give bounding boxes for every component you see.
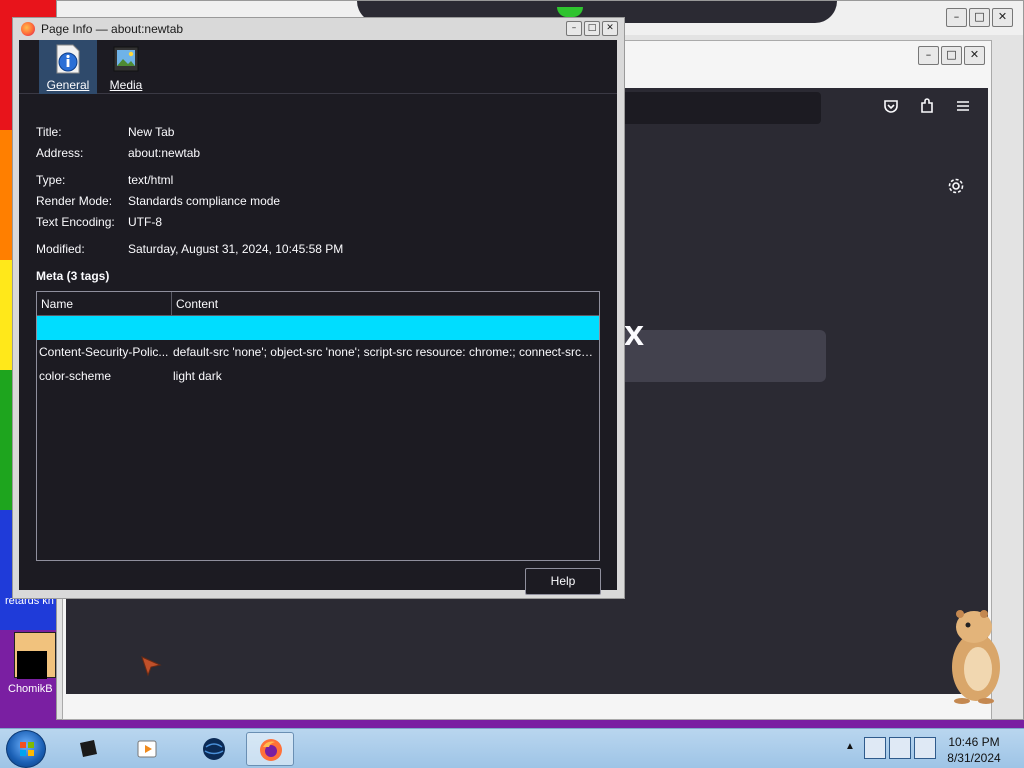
address-value: about:newtab: [128, 146, 201, 160]
meta-table[interactable]: Name Content Content-Security-Polic... d…: [36, 291, 600, 561]
tray-expand-icon[interactable]: ▲: [845, 741, 855, 752]
title-value: New Tab: [128, 125, 175, 139]
firefox-icon: [260, 739, 282, 761]
clock-time[interactable]: 10:46 PM: [944, 735, 1004, 749]
table-row[interactable]: color-scheme light dark: [37, 364, 599, 388]
encoding-label: Text Encoding:: [36, 215, 115, 229]
minimize-button[interactable]: –: [946, 8, 967, 27]
firefox-wordmark-fragment: x: [624, 312, 645, 353]
tab-general[interactable]: General: [39, 40, 97, 94]
title-label: Title:: [36, 125, 62, 139]
table-row[interactable]: [37, 316, 599, 340]
maximize-button[interactable]: □: [584, 21, 600, 36]
taskbar-app-globe[interactable]: [190, 732, 238, 766]
page-info-dialog: Page Info — about:newtab – □ ✕ General M…: [12, 17, 625, 599]
meta-table-header: Name Content: [37, 292, 599, 316]
dialog-window-controls: – □ ✕: [566, 21, 618, 36]
modified-label: Modified:: [36, 242, 85, 256]
tray-display-icon[interactable]: [889, 737, 911, 759]
desktop-icon-image[interactable]: [14, 632, 56, 679]
column-divider[interactable]: [171, 292, 172, 316]
address-label: Address:: [36, 146, 84, 160]
media-image-icon: [113, 46, 139, 72]
table-row[interactable]: Content-Security-Polic... default-src 'n…: [37, 340, 599, 364]
desktop-icon-thumbnail: [17, 651, 47, 679]
meta-content-cell: light dark: [173, 369, 222, 383]
meta-content-cell: default-src 'none'; object-src 'none'; s…: [173, 345, 593, 359]
taskbar: ▲ 10:46 PM 8/31/2024: [0, 728, 1024, 768]
encoding-value: UTF-8: [128, 215, 162, 229]
meta-name-cell: color-scheme: [39, 369, 112, 383]
pane-tab-bar: General Media: [19, 40, 617, 94]
globe-app-icon: [203, 738, 225, 760]
inner-window-controls: – □ ✕: [918, 46, 985, 65]
taskbar-app-monitor[interactable]: [64, 732, 112, 766]
tab-media[interactable]: Media: [97, 40, 155, 94]
taskbar-app-firefox[interactable]: [246, 732, 294, 766]
type-value: text/html: [128, 173, 174, 187]
tab-media-label: Media: [109, 78, 143, 92]
cursor-icon: [141, 656, 162, 677]
clock-date[interactable]: 8/31/2024: [944, 751, 1004, 765]
dialog-title: Page Info — about:newtab: [41, 22, 184, 36]
column-header-name[interactable]: Name: [41, 297, 73, 311]
meta-heading: Meta (3 tags): [36, 269, 110, 283]
extensions-icon[interactable]: [916, 97, 938, 119]
tray-network-icon[interactable]: [864, 737, 886, 759]
desktop-icon-label[interactable]: ChomikB: [8, 683, 53, 695]
menu-icon[interactable]: [952, 97, 974, 119]
help-button[interactable]: Help: [525, 568, 601, 595]
maximize-button[interactable]: □: [941, 46, 962, 65]
taskbar-app-media-player[interactable]: [124, 732, 172, 766]
tray-volume-icon[interactable]: [914, 737, 936, 759]
maximize-button[interactable]: □: [969, 8, 990, 27]
pocket-icon[interactable]: [880, 97, 902, 119]
info-document-icon: [56, 44, 80, 74]
close-button[interactable]: ✕: [602, 21, 618, 36]
firefox-icon: [21, 22, 35, 36]
tab-general-label: General: [46, 78, 90, 92]
modified-value: Saturday, August 31, 2024, 10:45:58 PM: [128, 242, 344, 256]
dialog-titlebar[interactable]: Page Info — about:newtab: [13, 18, 624, 40]
start-button[interactable]: [6, 730, 46, 768]
minimize-button[interactable]: –: [566, 21, 582, 36]
minimize-button[interactable]: –: [918, 46, 939, 65]
media-player-icon: [137, 740, 157, 758]
monitor-app-icon: [80, 740, 97, 757]
close-button[interactable]: ✕: [964, 46, 985, 65]
column-header-content[interactable]: Content: [176, 297, 218, 311]
meta-name-cell: Content-Security-Polic...: [39, 345, 169, 359]
render-mode-value: Standards compliance mode: [128, 194, 281, 208]
windows-logo-icon: [20, 742, 34, 756]
close-button[interactable]: ✕: [992, 8, 1013, 27]
outer-window-controls: – □ ✕: [946, 8, 1013, 27]
type-label: Type:: [36, 173, 66, 187]
gear-icon[interactable]: [945, 177, 967, 199]
hamster-image: [952, 610, 1000, 704]
render-mode-label: Render Mode:: [36, 194, 113, 208]
dialog-body: General Media Title: New Tab Address: ab…: [19, 40, 617, 595]
